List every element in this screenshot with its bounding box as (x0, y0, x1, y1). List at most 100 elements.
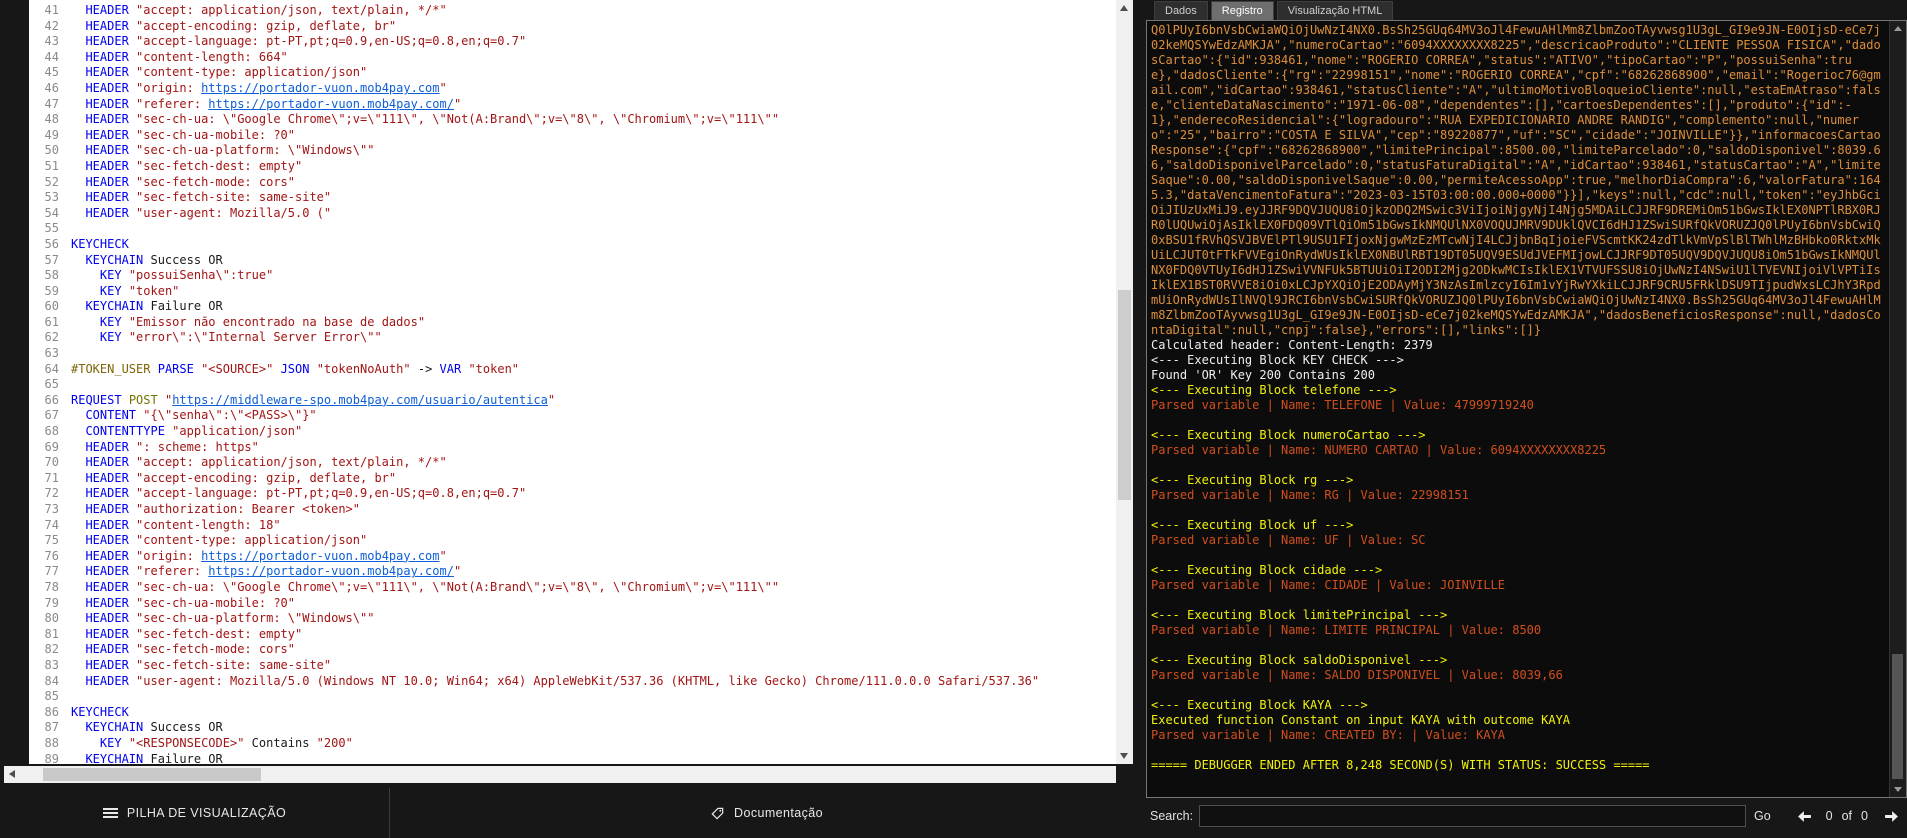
code-line[interactable]: 45 HEADER "content-type: application/jso… (29, 65, 1116, 81)
log-scroll-thumb[interactable] (1892, 654, 1903, 779)
code-line[interactable]: 65 (29, 377, 1116, 393)
code-line[interactable]: 53 HEADER "sec-fetch-site: same-site" (29, 190, 1116, 206)
line-number: 83 (29, 658, 71, 674)
code-line[interactable]: 55 (29, 221, 1116, 237)
line-number: 71 (29, 471, 71, 487)
log-line (1151, 548, 1885, 563)
code-line[interactable]: 62 KEY "error\":\"Internal Server Error\… (29, 330, 1116, 346)
visualization-stack-button[interactable]: PILHA DE VISUALIZAÇÃO (97, 805, 292, 821)
code-line[interactable]: 46 HEADER "origin: https://portador-vuon… (29, 81, 1116, 97)
line-number: 41 (29, 3, 71, 19)
code-line[interactable]: 80 HEADER "sec-ch-ua-platform: \"Windows… (29, 611, 1116, 627)
scroll-up-icon[interactable] (1120, 5, 1128, 11)
line-number: 78 (29, 580, 71, 596)
code-line[interactable]: 49 HEADER "sec-ch-ua-mobile: ?0" (29, 128, 1116, 144)
code-line[interactable]: 48 HEADER "sec-ch-ua: \"Google Chrome\";… (29, 112, 1116, 128)
code-line[interactable]: 56KEYCHECK (29, 237, 1116, 253)
line-number: 46 (29, 81, 71, 97)
code-line[interactable]: 70 HEADER "accept: application/json, tex… (29, 455, 1116, 471)
code-line[interactable]: 77 HEADER "referer: https://portador-vuo… (29, 564, 1116, 580)
horizontal-scroll-track[interactable] (21, 766, 1116, 783)
scroll-down-icon[interactable] (1120, 753, 1128, 759)
log-scroll-down-icon[interactable] (1894, 787, 1902, 792)
scroll-left-icon[interactable] (4, 766, 21, 783)
code-line[interactable]: 66REQUEST POST "https://middleware-spo.m… (29, 393, 1116, 409)
code-line[interactable]: 89 KEYCHAIN Failure OR (29, 752, 1116, 765)
line-number: 74 (29, 518, 71, 534)
code-line[interactable]: 63 (29, 346, 1116, 362)
log-line (1151, 638, 1885, 653)
code-line[interactable]: 44 HEADER "content-length: 664" (29, 50, 1116, 66)
line-number: 54 (29, 206, 71, 222)
code-line[interactable]: 50 HEADER "sec-ch-ua-platform: \"Windows… (29, 143, 1116, 159)
code-line[interactable]: 71 HEADER "accept-encoding: gzip, deflat… (29, 471, 1116, 487)
code-line[interactable]: 82 HEADER "sec-fetch-mode: cors" (29, 642, 1116, 658)
code-line[interactable]: 51 HEADER "sec-fetch-dest: empty" (29, 159, 1116, 175)
code-line[interactable]: 68 CONTENTTYPE "application/json" (29, 424, 1116, 440)
code-line[interactable]: 79 HEADER "sec-ch-ua-mobile: ?0" (29, 596, 1116, 612)
editor-vertical-scrollbar[interactable] (1116, 0, 1133, 764)
log-line: Parsed variable | Name: CREATED BY: | Va… (1151, 728, 1885, 743)
line-number: 42 (29, 19, 71, 35)
horizontal-scroll-thumb[interactable] (43, 768, 261, 781)
code-line[interactable]: 61 KEY "Emissor não encontrado na base d… (29, 315, 1116, 331)
code-line[interactable]: 67 CONTENT "{\"senha\":\"<PASS>\"}" (29, 408, 1116, 424)
code-line[interactable]: 54 HEADER "user-agent: Mozilla/5.0 (" (29, 206, 1116, 222)
prev-result-icon[interactable] (1797, 810, 1812, 823)
code-line[interactable]: 83 HEADER "sec-fetch-site: same-site" (29, 658, 1116, 674)
log-line: Parsed variable | Name: SALDO DISPONIVEL… (1151, 668, 1885, 683)
line-number: 48 (29, 112, 71, 128)
log-line (1151, 503, 1885, 518)
code-line[interactable]: 47 HEADER "referer: https://portador-vuo… (29, 97, 1116, 113)
log-scrollbar[interactable] (1889, 21, 1906, 797)
code-line[interactable]: 85 (29, 689, 1116, 705)
code-line[interactable]: 84 HEADER "user-agent: Mozilla/5.0 (Wind… (29, 674, 1116, 690)
tab-registro[interactable]: Registro (1211, 1, 1274, 20)
code-line[interactable]: 72 HEADER "accept-language: pt-PT,pt;q=0… (29, 486, 1116, 502)
code-line[interactable]: 43 HEADER "accept-language: pt-PT,pt;q=0… (29, 34, 1116, 50)
line-number: 65 (29, 377, 71, 393)
code-line[interactable]: 57 KEYCHAIN Success OR (29, 253, 1116, 269)
code-line[interactable]: 59 KEY "token" (29, 284, 1116, 300)
code-line[interactable]: 58 KEY "possuiSenha\":true" (29, 268, 1116, 284)
code-line[interactable]: 75 HEADER "content-type: application/jso… (29, 533, 1116, 549)
log-line: Found 'OR' Key 200 Contains 200 (1151, 368, 1885, 383)
line-number: 63 (29, 346, 71, 362)
log-line: Calculated header: Content-Length: 2379 (1151, 338, 1885, 353)
code-line[interactable]: 73 HEADER "authorization: Bearer <token>… (29, 502, 1116, 518)
code-editor[interactable]: 41 HEADER "accept: application/json, tex… (29, 0, 1116, 764)
search-result-current: 0 (1826, 809, 1833, 823)
log-line: Parsed variable | Name: UF | Value: SC (1151, 533, 1885, 548)
code-line[interactable]: 81 HEADER "sec-fetch-dest: empty" (29, 627, 1116, 643)
line-number: 61 (29, 315, 71, 331)
line-number: 77 (29, 564, 71, 580)
next-result-icon[interactable] (1884, 810, 1899, 823)
search-result-of: of (1842, 809, 1852, 823)
log-line: <--- Executing Block KAYA ---> (1151, 698, 1885, 713)
code-line[interactable]: 52 HEADER "sec-fetch-mode: cors" (29, 175, 1116, 191)
vertical-scroll-thumb[interactable] (1118, 290, 1131, 500)
log-line: <--- Executing Block limitePrincipal ---… (1151, 608, 1885, 623)
log-scroll-up-icon[interactable] (1894, 26, 1902, 31)
debugger-log-box: Q0lPUyI6bnVsbCwiaWQiOjUwNzI4NX0.BsSh25GU… (1146, 20, 1907, 798)
code-line[interactable]: 41 HEADER "accept: application/json, tex… (29, 3, 1116, 19)
code-line[interactable]: 69 HEADER ": scheme: https" (29, 440, 1116, 456)
code-line[interactable]: 88 KEY "<RESPONSECODE>" Contains "200" (29, 736, 1116, 752)
line-number: 59 (29, 284, 71, 300)
code-line[interactable]: 60 KEYCHAIN Failure OR (29, 299, 1116, 315)
tab-dados[interactable]: Dados (1154, 1, 1208, 20)
tab-visualizacao-html[interactable]: Visualização HTML (1277, 1, 1394, 20)
bottom-toolbar: PILHA DE VISUALIZAÇÃO Documentação (0, 788, 1143, 838)
log-lines[interactable]: Q0lPUyI6bnVsbCwiaWQiOjUwNzI4NX0.BsSh25GU… (1147, 21, 1889, 797)
search-input[interactable] (1199, 805, 1746, 827)
editor-horizontal-scrollbar[interactable] (4, 766, 1116, 783)
code-line[interactable]: 86KEYCHECK (29, 705, 1116, 721)
code-line[interactable]: 42 HEADER "accept-encoding: gzip, deflat… (29, 19, 1116, 35)
code-line[interactable]: 74 HEADER "content-length: 18" (29, 518, 1116, 534)
code-line[interactable]: 64#TOKEN_USER PARSE "<SOURCE>" JSON "tok… (29, 362, 1116, 378)
documentation-button[interactable]: Documentação (704, 805, 829, 822)
code-line[interactable]: 76 HEADER "origin: https://portador-vuon… (29, 549, 1116, 565)
code-line[interactable]: 78 HEADER "sec-ch-ua: \"Google Chrome\";… (29, 580, 1116, 596)
search-go-button[interactable]: Go (1754, 809, 1771, 823)
code-line[interactable]: 87 KEYCHAIN Success OR (29, 720, 1116, 736)
